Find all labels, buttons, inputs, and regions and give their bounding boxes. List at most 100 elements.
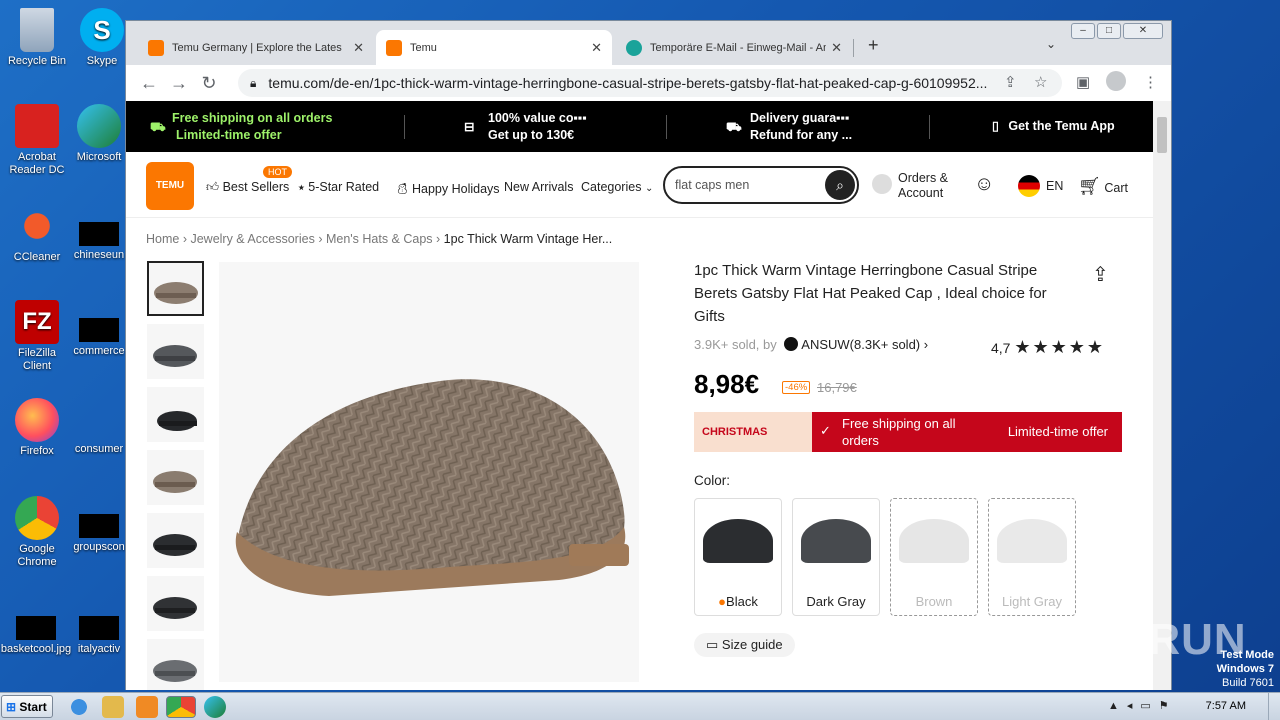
promo-app-label: Get the Temu App	[1008, 119, 1115, 133]
desktop-icon-ccleaner[interactable]: CCleaner	[6, 204, 68, 264]
address-bar[interactable]: 🔒︎ temu.com/de-en/1pc-thick-warm-vintage…	[238, 69, 1062, 97]
desktop-icon-commerce[interactable]: commerce	[72, 300, 126, 358]
color-swatch-dark-gray[interactable]: Dark Gray	[792, 498, 880, 616]
nav-best-sellers[interactable]: 👍︎ Best Sellers	[206, 180, 289, 195]
desktop-icon-italyactiv[interactable]: italyactiv	[72, 598, 126, 656]
swatch-label: Black	[726, 594, 758, 609]
temu-favicon-icon	[148, 39, 164, 56]
promo-delivery-sub: Refund for any ...	[750, 128, 853, 142]
germany-flag-icon[interactable]	[1018, 175, 1040, 197]
tab-temu[interactable]: Temu ✕	[376, 30, 612, 65]
media-player-icon[interactable]	[136, 696, 158, 718]
promo-delivery[interactable]: ⛟ Delivery guara▪▪▪ Refund for any ...	[726, 110, 852, 144]
url-text: temu.com/de-en/1pc-thick-warm-vintage-he…	[268, 75, 988, 91]
close-tab-icon[interactable]: ✕	[591, 40, 602, 56]
main-product-image[interactable]	[219, 262, 639, 682]
cart-button[interactable]: 🛒︎ Cart	[1078, 176, 1128, 197]
tab-temu-germany[interactable]: Temu Germany | Explore the Latest C ✕	[138, 30, 374, 65]
internet-explorer-icon[interactable]	[68, 696, 90, 718]
close-tab-icon[interactable]: ✕	[831, 40, 842, 56]
color-swatch-light-gray[interactable]: Light Gray	[988, 498, 1076, 616]
forward-icon[interactable]: →	[164, 73, 194, 94]
desktop-icon-label: Recycle Bin	[7, 55, 67, 67]
profile-avatar-icon[interactable]	[1106, 71, 1126, 91]
breadcrumb-jewelry[interactable]: Jewelry & Accessories	[190, 232, 314, 246]
bookmark-star-icon[interactable]: ☆	[1034, 73, 1047, 91]
file-explorer-icon[interactable]	[102, 696, 124, 718]
orders-account[interactable]: Orders & Account	[898, 171, 948, 201]
file-thumbnail-icon	[79, 318, 119, 342]
side-panel-icon[interactable]: ▣	[1076, 73, 1090, 91]
promo-get-app[interactable]: ▯ Get the Temu App	[992, 118, 1115, 135]
breadcrumb-home[interactable]: Home	[146, 232, 179, 246]
desktop-icon-filezilla[interactable]: FZ FileZilla Client	[6, 300, 68, 373]
reload-icon[interactable]: ↻	[194, 73, 224, 94]
desktop-icon-microsoft-edge[interactable]: Microsoft	[72, 104, 126, 164]
temu-logo[interactable]: TEMU	[146, 162, 194, 210]
desktop-icon-groupscon[interactable]: groupscon	[72, 496, 126, 554]
support-chat-icon[interactable]: ☺	[974, 174, 994, 194]
thumbnail[interactable]	[147, 387, 204, 442]
start-button[interactable]: ⊞ Start	[1, 695, 53, 718]
hot-badge: HOT	[263, 166, 292, 178]
desktop-icon-acrobat[interactable]: Acrobat Reader DC	[6, 104, 68, 177]
nav-new-arrivals[interactable]: New Arrivals	[504, 180, 573, 194]
nav-label: Happy Holidays	[412, 182, 500, 196]
language-selector[interactable]: EN	[1046, 179, 1063, 193]
nav-label: New Arrivals	[504, 180, 574, 194]
desktop-icon-google-chrome[interactable]: Google Chrome	[6, 496, 68, 569]
new-tab-icon[interactable]: +	[868, 35, 879, 56]
desktop-icon-recycle-bin[interactable]: Recycle Bin	[6, 8, 68, 68]
christmas-tree-icon: ⛄︎	[396, 182, 409, 196]
promo-shipping[interactable]: ⛟ Free shipping on all orders Limited-ti…	[150, 110, 332, 144]
thumbnail[interactable]	[147, 639, 204, 690]
test-mode-notice: Test Mode Windows 7 Build 7601	[1217, 648, 1274, 690]
nav-5-star-rated[interactable]: ⭑ 5-Star Rated	[298, 180, 379, 195]
close-window-icon[interactable]: ✕	[1123, 23, 1163, 39]
tab-title: Temu	[410, 41, 437, 54]
color-swatch-black[interactable]: ●Black	[694, 498, 782, 616]
desktop-icon-firefox[interactable]: Firefox	[6, 398, 68, 458]
thumbnail[interactable]	[147, 513, 204, 568]
nav-happy-holidays[interactable]: ⛄︎ Happy Holidays	[396, 180, 500, 198]
desktop-icon-consumer[interactable]: consumer	[72, 398, 126, 456]
orders-line1: Orders &	[898, 171, 949, 185]
thumbnail[interactable]	[147, 324, 204, 379]
file-thumbnail-icon	[79, 222, 119, 246]
tray-icons[interactable]: ▲◂▭⚑	[1108, 699, 1177, 712]
clock[interactable]: 7:57 AM	[1206, 700, 1246, 712]
rating[interactable]: 4,7 ★★★★★	[991, 337, 1105, 358]
minimize-icon[interactable]: –	[1071, 23, 1095, 39]
maximize-icon[interactable]: □	[1097, 23, 1121, 39]
show-desktop-button[interactable]	[1268, 693, 1280, 720]
breadcrumb-mens-hats[interactable]: Men's Hats & Caps	[326, 232, 433, 246]
thumbnail[interactable]	[147, 261, 204, 316]
close-tab-icon[interactable]: ✕	[353, 40, 364, 56]
shop-link[interactable]: ANSUW(8.3K+ sold)	[801, 337, 920, 352]
share-page-icon[interactable]: ⇪	[1004, 73, 1017, 91]
scrollbar-thumb[interactable]	[1157, 117, 1167, 153]
nav-categories[interactable]: Categories ⌄	[581, 180, 653, 194]
search-icon[interactable]: ⌕	[825, 170, 855, 200]
taskbar-edge-icon[interactable]	[204, 696, 226, 718]
tab-search-chevron-down-icon[interactable]: ⌄	[1046, 37, 1056, 51]
desktop-icon-skype[interactable]: S Skype	[78, 8, 126, 68]
color-swatch-brown[interactable]: Brown	[890, 498, 978, 616]
search-input[interactable]: flat caps men ⌕	[663, 166, 859, 204]
product-title: 1pc Thick Warm Vintage Herringbone Casua…	[694, 262, 1047, 325]
share-icon[interactable]: ⇪	[1092, 262, 1109, 287]
taskbar-chrome-icon[interactable]	[166, 696, 196, 718]
desktop-icon-chineseun[interactable]: chineseun	[72, 204, 126, 262]
color-label: Color:	[694, 473, 731, 488]
back-icon[interactable]: ←	[134, 73, 164, 94]
size-guide-button[interactable]: ▭ Size guide	[694, 633, 795, 657]
page-scrollbar[interactable]	[1153, 101, 1171, 690]
checkmark-icon: ✓	[820, 423, 831, 438]
promo-value[interactable]: ⊟ 100% value co▪▪▪ Get up to 130€	[464, 110, 587, 144]
menu-kebab-icon[interactable]: ⋮	[1143, 73, 1158, 91]
thumbnail[interactable]	[147, 450, 204, 505]
tab-temp-mail[interactable]: Temporäre E-Mail - Einweg-Mail - Anc ✕	[616, 30, 852, 65]
thumbnail[interactable]	[147, 576, 204, 631]
account-avatar-icon[interactable]	[872, 174, 892, 194]
desktop-icon-basketcool[interactable]: basketcool.jpg	[0, 598, 72, 656]
